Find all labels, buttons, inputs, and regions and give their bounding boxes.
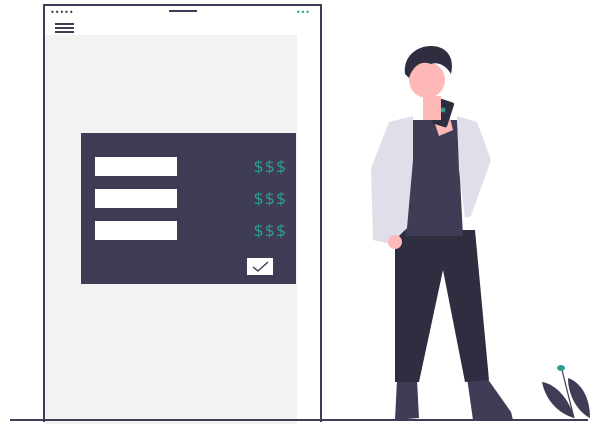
confirm-checkbox[interactable] xyxy=(247,258,273,275)
payment-field-1[interactable] xyxy=(95,157,177,176)
payment-row: $$$ xyxy=(95,221,287,241)
payment-amount-2: $$$ xyxy=(253,189,287,208)
jacket-left xyxy=(371,116,413,244)
payment-row: $$$ xyxy=(95,189,287,209)
signal-dots-icon: ••••• xyxy=(50,8,74,17)
illustration-scene: ••••• ••• $$$ $$$ $$$ xyxy=(0,0,591,424)
payment-card: $$$ $$$ $$$ xyxy=(81,133,296,284)
speaker-bar xyxy=(169,10,197,12)
trousers xyxy=(395,230,489,382)
shirt xyxy=(405,120,463,236)
left-hand xyxy=(388,235,402,249)
left-shoe xyxy=(395,380,419,420)
payment-amount-1: $$$ xyxy=(253,157,287,176)
plant-illustration xyxy=(542,365,590,419)
payment-field-3[interactable] xyxy=(95,221,177,240)
person-illustration xyxy=(371,46,513,420)
menu-icon[interactable] xyxy=(55,23,74,35)
payment-amount-3: $$$ xyxy=(253,221,287,240)
right-shoe xyxy=(467,378,513,420)
payment-row: $$$ xyxy=(95,157,287,177)
neck xyxy=(423,96,441,120)
payment-field-2[interactable] xyxy=(95,189,177,208)
check-icon xyxy=(252,261,269,272)
battery-dots-icon: ••• xyxy=(295,8,310,17)
plant-bud xyxy=(557,365,565,371)
